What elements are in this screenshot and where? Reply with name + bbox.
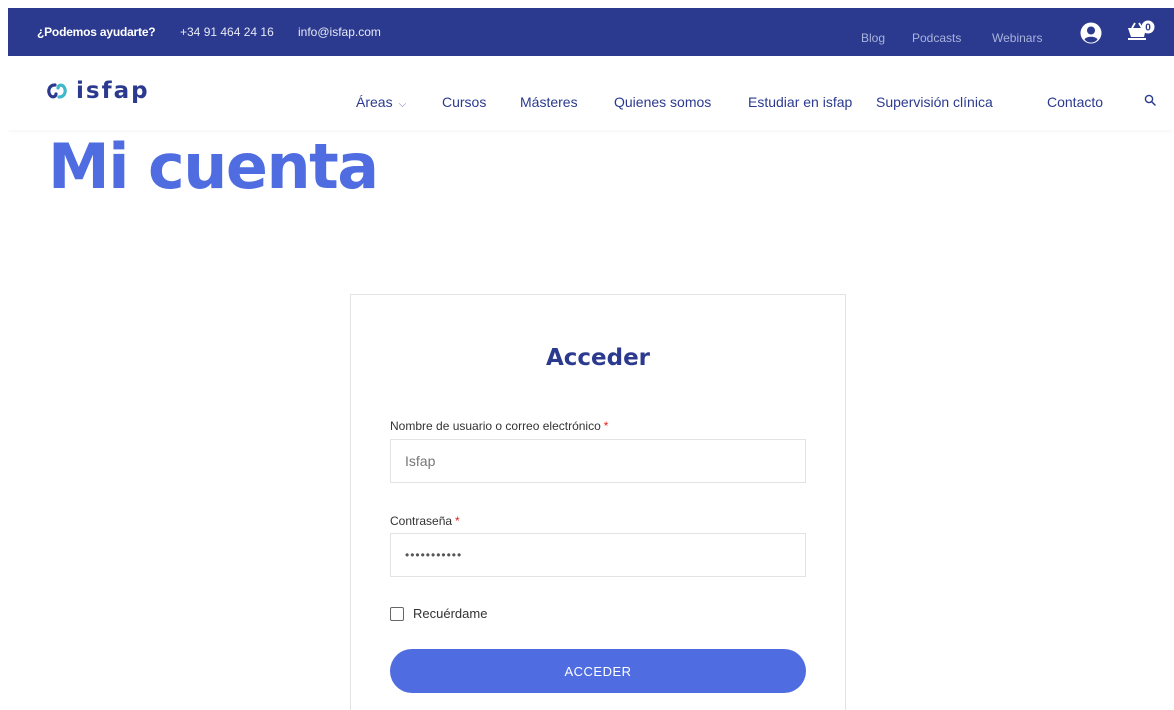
nav-item-estudiar[interactable]: Estudiar en isfap bbox=[748, 94, 852, 110]
page-title: Mi cuenta bbox=[48, 130, 379, 203]
logo-text: isfap bbox=[76, 78, 150, 104]
nav-item-cursos[interactable]: Cursos bbox=[442, 94, 486, 110]
main-nav: isfap Áreas ⌵ Cursos Másteres Quienes som… bbox=[8, 56, 1174, 130]
help-text: ¿Podemos ayudarte? bbox=[37, 25, 156, 39]
phone-link[interactable]: +34 91 464 24 16 bbox=[180, 25, 274, 39]
login-heading: Acceder bbox=[545, 345, 651, 371]
password-input[interactable] bbox=[390, 533, 806, 577]
nav-item-areas[interactable]: Áreas ⌵ bbox=[356, 94, 406, 110]
chevron-down-icon: ⌵ bbox=[398, 99, 407, 110]
username-input[interactable] bbox=[390, 439, 806, 483]
user-circle-icon[interactable] bbox=[1080, 22, 1102, 44]
podcasts-link[interactable]: Podcasts bbox=[912, 31, 961, 45]
password-label-text: Contraseña bbox=[390, 514, 453, 528]
logo-mark-icon bbox=[47, 83, 67, 99]
blog-link[interactable]: Blog bbox=[861, 31, 885, 45]
nav-item-supervision[interactable]: Supervisión clínica bbox=[876, 94, 993, 110]
username-label: Nombre de usuario o correo electrónico * bbox=[390, 419, 608, 433]
nav-item-areas-label: Áreas bbox=[356, 94, 393, 110]
username-label-text: Nombre de usuario o correo electrónico bbox=[390, 419, 601, 433]
login-submit-button[interactable]: ACCEDER bbox=[390, 649, 806, 693]
remember-me[interactable]: Recuérdame bbox=[390, 606, 487, 621]
page: ¿Podemos ayudarte? +34 91 464 24 16 info… bbox=[8, 8, 1174, 710]
remember-label: Recuérdame bbox=[413, 606, 488, 621]
cart-count: 0 bbox=[1145, 23, 1151, 34]
email-link[interactable]: info@isfap.com bbox=[298, 25, 381, 39]
required-mark: * bbox=[455, 514, 460, 528]
required-mark: * bbox=[603, 419, 609, 433]
remember-checkbox[interactable] bbox=[390, 606, 404, 621]
top-bar: ¿Podemos ayudarte? +34 91 464 24 16 info… bbox=[8, 8, 1174, 56]
login-card: Acceder Nombre de usuario o correo elect… bbox=[350, 294, 846, 710]
logo[interactable]: isfap bbox=[46, 76, 150, 106]
nav-item-quienes-somos[interactable]: Quienes somos bbox=[614, 94, 711, 110]
cart-icon[interactable]: 0 bbox=[1126, 20, 1156, 44]
nav-item-contacto[interactable]: Contacto bbox=[1047, 94, 1103, 110]
webinars-link[interactable]: Webinars bbox=[992, 31, 1042, 45]
nav-item-masteres[interactable]: Másteres bbox=[520, 94, 578, 110]
search-icon[interactable] bbox=[1144, 94, 1156, 106]
password-label: Contraseña * bbox=[390, 514, 460, 528]
